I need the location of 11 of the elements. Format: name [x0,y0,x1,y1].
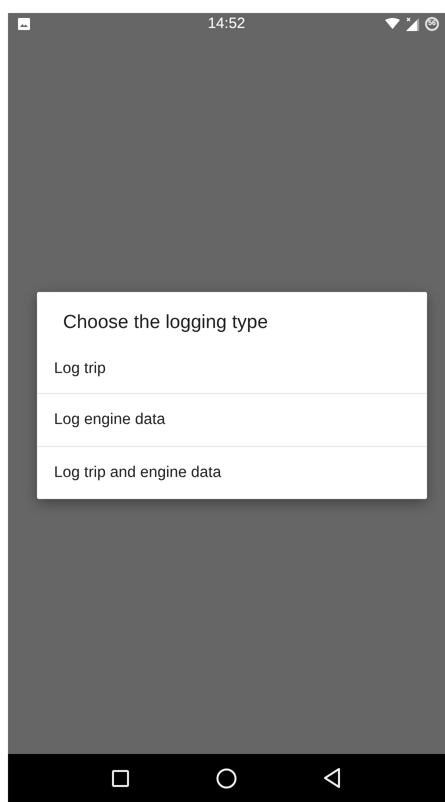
dialog-title: Choose the logging type [63,312,268,334]
option-item[interactable]: Log engine data [37,393,427,446]
option-item[interactable]: Log trip and engine data [37,446,427,499]
back-button[interactable] [324,768,342,788]
clock-time: 14:52 [208,15,246,32]
option-item[interactable]: Log trip [37,350,427,393]
image-icon [18,18,30,30]
home-button[interactable] [216,768,237,788]
wifi-icon [385,18,400,29]
cellular-signal-icon [406,16,419,30]
recent-apps-button[interactable] [112,770,129,786]
